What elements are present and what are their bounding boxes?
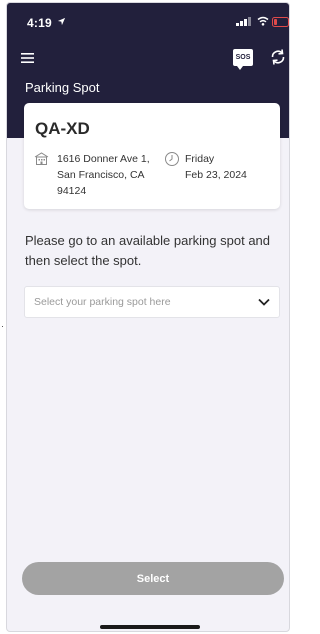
select-button[interactable]: Select — [22, 562, 284, 595]
phone-screen: 4:19 SOS Parking Spot QA-XD 1616 Donner … — [6, 2, 290, 632]
menu-icon[interactable] — [21, 53, 34, 63]
parking-spot-dropdown[interactable]: Select your parking spot here — [24, 286, 280, 318]
date-block: Friday Feb 23, 2024 — [185, 151, 247, 183]
date-day: Friday — [185, 153, 215, 165]
toolbar: SOS — [7, 47, 289, 73]
chevron-down-icon — [258, 298, 270, 306]
dropdown-placeholder: Select your parking spot here — [34, 296, 171, 308]
location-card: QA-XD 1616 Donner Ave 1, San Francisco, … — [24, 103, 280, 209]
date-value: Feb 23, 2024 — [185, 169, 247, 181]
wifi-icon — [257, 16, 269, 26]
location-arrow-icon — [57, 17, 66, 26]
building-icon — [34, 152, 49, 165]
select-button-label: Select — [136, 572, 170, 585]
status-time: 4:19 — [27, 16, 52, 30]
location-address: 1616 Donner Ave 1, San Francisco, CA 941… — [57, 153, 150, 197]
clock-icon — [165, 152, 179, 166]
refresh-icon[interactable] — [269, 48, 287, 66]
battery-icon — [272, 17, 289, 27]
sos-icon[interactable]: SOS — [233, 49, 253, 70]
sos-label: SOS — [235, 54, 251, 61]
instruction-text: Please go to an available parking spot a… — [25, 233, 271, 268]
stray-dot — [2, 326, 3, 327]
home-indicator — [100, 625, 200, 629]
signal-icon — [236, 17, 251, 26]
page-title: Parking Spot — [25, 80, 100, 95]
status-bar: 4:19 — [7, 3, 289, 39]
location-title: QA-XD — [35, 119, 90, 138]
